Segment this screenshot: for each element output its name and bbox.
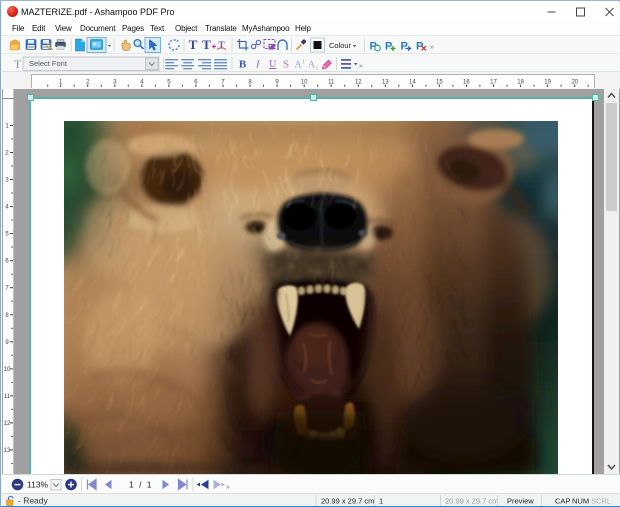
svg-text:Select Font: Select Font bbox=[29, 59, 68, 68]
svg-text:S: S bbox=[283, 59, 289, 71]
svg-text:T: T bbox=[218, 41, 225, 52]
svg-text:»: » bbox=[430, 44, 434, 51]
svg-text:SCRL: SCRL bbox=[591, 497, 611, 506]
svg-text:10: 10 bbox=[4, 367, 11, 373]
svg-text:1: 1 bbox=[5, 123, 9, 129]
svg-text:20.99 x 29.7 cm: 20.99 x 29.7 cm bbox=[321, 497, 374, 506]
svg-text:8: 8 bbox=[5, 313, 9, 319]
svg-text:NUM: NUM bbox=[572, 497, 589, 506]
svg-text:1: 1 bbox=[379, 497, 383, 506]
svg-text:4: 4 bbox=[5, 205, 9, 211]
svg-text:3: 3 bbox=[5, 178, 9, 184]
svg-text:7: 7 bbox=[5, 286, 9, 292]
svg-text:12: 12 bbox=[4, 421, 11, 427]
svg-text:T: T bbox=[14, 57, 22, 71]
svg-text:I: I bbox=[255, 59, 261, 71]
svg-text:Colour: Colour bbox=[329, 41, 352, 50]
svg-text:Preview: Preview bbox=[507, 497, 534, 506]
svg-text:9: 9 bbox=[5, 340, 9, 346]
svg-text:P: P bbox=[401, 41, 408, 53]
svg-text:CAP: CAP bbox=[555, 497, 570, 506]
svg-text:P: P bbox=[385, 41, 392, 53]
svg-text:6: 6 bbox=[5, 259, 9, 265]
svg-text:20.99 x 29.7 cm: 20.99 x 29.7 cm bbox=[445, 497, 498, 506]
svg-text:B: B bbox=[239, 59, 247, 71]
svg-text:U: U bbox=[269, 59, 277, 70]
svg-text:T: T bbox=[202, 37, 211, 52]
svg-text:»: » bbox=[226, 484, 230, 491]
svg-text:»: » bbox=[359, 63, 363, 70]
svg-text:13: 13 bbox=[4, 448, 11, 454]
svg-text:2: 2 bbox=[5, 151, 9, 157]
svg-text:5: 5 bbox=[5, 232, 9, 238]
svg-text:1: 1 bbox=[302, 60, 305, 66]
svg-text:1 / 1: 1 / 1 bbox=[129, 480, 153, 490]
svg-text:T: T bbox=[189, 37, 198, 52]
svg-text:113%: 113% bbox=[27, 480, 49, 490]
svg-text:- Ready: - Ready bbox=[18, 496, 49, 506]
svg-text:1: 1 bbox=[316, 66, 319, 72]
svg-text:11: 11 bbox=[4, 394, 11, 400]
